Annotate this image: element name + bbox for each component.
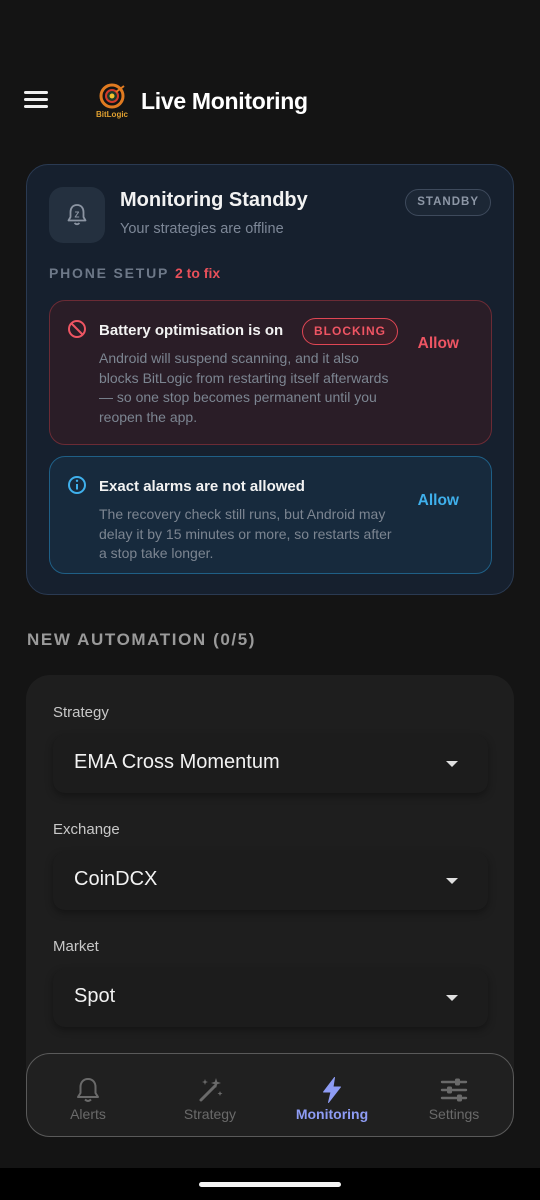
lightning-icon [323, 1077, 341, 1103]
blocking-badge: BLOCKING [302, 318, 398, 345]
dropdown-caret-icon [446, 878, 458, 884]
nav-label: Alerts [70, 1106, 106, 1122]
status-subtitle: Your strategies are offline [120, 221, 284, 237]
dropdown-caret-icon [446, 995, 458, 1001]
svg-text:Z: Z [75, 211, 80, 220]
new-automation-heading: NEW AUTOMATION (0/5) [27, 630, 257, 649]
status-title: Monitoring Standby [120, 189, 308, 211]
exchange-value: CoinDCX [74, 868, 158, 890]
notification-bell-icon: Z [49, 187, 105, 243]
bitlogic-logo: BitLogic [94, 82, 130, 122]
exchange-label: Exchange [53, 821, 120, 838]
nav-monitoring[interactable]: Monitoring [271, 1054, 393, 1138]
allow-exact-alarms-button[interactable]: Allow [418, 492, 459, 510]
bell-icon [77, 1078, 99, 1102]
strategy-select[interactable]: EMA Cross Momentum [53, 735, 488, 793]
blocked-icon [68, 320, 86, 338]
logo-wordmark: BitLogic [96, 110, 128, 119]
nav-settings[interactable]: Settings [393, 1054, 515, 1138]
bottom-navigation: Alerts Strategy Monitoring Settings [26, 1053, 514, 1137]
issue-description: The recovery check still runs, but Andro… [99, 506, 392, 562]
automation-form: Strategy EMA Cross Momentum Exchange Coi… [26, 675, 514, 1095]
nav-label: Monitoring [295, 1106, 369, 1122]
nav-label: Settings [428, 1106, 480, 1122]
issue-title: Exact alarms are not allowed [99, 478, 305, 495]
issue-description: Android will suspend scanning, and it al… [99, 350, 389, 426]
nav-label: Strategy [183, 1106, 237, 1122]
app-bar: BitLogic Live Monitoring [0, 72, 540, 132]
phone-setup-label: PHONE SETUP [49, 265, 170, 281]
market-label: Market [53, 938, 99, 955]
setup-fix-count: 2 to fix [175, 265, 221, 281]
sliders-icon [440, 1078, 468, 1102]
monitoring-status-card: Z Monitoring Standby Your strategies are… [26, 164, 514, 595]
market-value: Spot [74, 985, 116, 1007]
exchange-select[interactable]: CoinDCX [53, 852, 488, 910]
dropdown-caret-icon [446, 761, 458, 767]
menu-icon[interactable] [22, 88, 52, 114]
nav-alerts[interactable]: Alerts [27, 1054, 149, 1138]
page-title: Live Monitoring [141, 88, 308, 114]
magic-wand-icon [199, 1078, 223, 1102]
strategy-label: Strategy [53, 704, 109, 721]
battery-optimisation-alert: Battery optimisation is on BLOCKING Andr… [49, 300, 492, 445]
exact-alarms-alert: Exact alarms are not allowed The recover… [49, 456, 492, 574]
nav-strategy[interactable]: Strategy [149, 1054, 271, 1138]
market-select[interactable]: Spot [53, 969, 488, 1027]
status-badge: STANDBY [405, 189, 491, 216]
info-icon [68, 476, 86, 494]
system-navigation-bar [0, 1168, 540, 1200]
strategy-value: EMA Cross Momentum [74, 751, 280, 773]
home-gesture-handle[interactable] [199, 1182, 341, 1187]
issue-title: Battery optimisation is on [99, 322, 284, 339]
allow-battery-button[interactable]: Allow [418, 335, 459, 353]
